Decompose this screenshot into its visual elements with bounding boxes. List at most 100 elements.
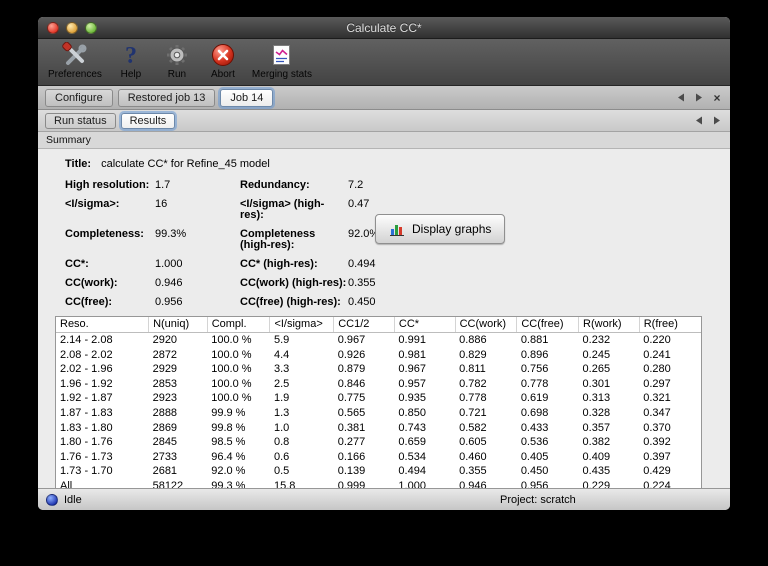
tab-configure[interactable]: Configure: [45, 88, 113, 107]
app-window: Calculate CC* Preferences ? Help Run Abo…: [38, 17, 730, 510]
summary-panel: Title: calculate CC* for Refine_45 model …: [65, 158, 716, 308]
column-header[interactable]: CC(free): [516, 317, 580, 333]
table-cell: 1.73 - 1.70: [60, 465, 113, 478]
desktop: Calculate CC* Preferences ? Help Run Abo…: [0, 0, 768, 566]
table-cell: 0.405: [520, 450, 549, 463]
subtab-controls: [693, 115, 723, 127]
table-cell: 1.87 - 1.83: [60, 406, 113, 419]
table-row[interactable]: 1.92 - 1.87 2923 100.0 % 1.9 0.775 0.935 0.778…: [56, 391, 701, 406]
table-row[interactable]: 2.14 - 2.08 2920 100.0 % 5.9 0.967 0.991 0.886…: [56, 333, 701, 348]
table-cell: 2.02 - 1.96: [60, 363, 113, 376]
bar-chart-icon: [389, 221, 405, 237]
table-cell: 0.245: [582, 348, 611, 361]
table-row[interactable]: 1.73 - 1.70 2681 92.0 % 0.5 0.139 0.494 0.355 0…: [56, 464, 701, 479]
table-cell: 0.297: [643, 377, 671, 390]
column-header[interactable]: <I/sigma>: [269, 317, 335, 333]
table-cell: 0.328: [582, 406, 611, 419]
table-cell: 0.280: [643, 363, 671, 376]
table-cell: 0.433: [520, 421, 549, 434]
column-header[interactable]: Compl.: [207, 317, 271, 333]
table-cell: 1.9: [273, 392, 290, 405]
table-row[interactable]: All 58122 99.3 % 15.8 0.999 1.000 0.946 0.956 0.…: [56, 479, 701, 488]
preferences-button[interactable]: Preferences: [48, 41, 102, 81]
prev-tab-button[interactable]: [675, 92, 687, 104]
table-cell: 1.3: [273, 406, 290, 419]
table-cell: 0.392: [643, 436, 671, 449]
run-button[interactable]: Run: [160, 41, 194, 81]
column-header[interactable]: Reso.: [56, 317, 150, 333]
table-cell: 0.605: [459, 436, 487, 449]
column-header[interactable]: R(work): [578, 317, 640, 333]
merging-stats-button[interactable]: Merging stats: [252, 41, 312, 81]
help-icon: ?: [120, 41, 142, 69]
table-cell: 0.313: [582, 392, 611, 405]
column-header[interactable]: CC(work): [455, 317, 518, 333]
table-cell: All: [60, 479, 73, 488]
summary-value: 0.946: [155, 277, 183, 289]
toolbar-item-label: Abort: [210, 69, 235, 80]
toolbar-item-label: Merging stats: [251, 69, 312, 80]
close-tab-button[interactable]: ×: [711, 92, 723, 104]
table-cell: 0.991: [398, 334, 426, 346]
help-button[interactable]: ? Help: [114, 41, 148, 81]
table-cell: 58122: [152, 479, 184, 488]
table-cell: 0.139: [337, 465, 366, 478]
titlebar[interactable]: Calculate CC*: [38, 17, 730, 39]
table-row[interactable]: 1.87 - 1.83 2888 99.9 % 1.3 0.565 0.850 0.721 0…: [56, 406, 701, 421]
table-cell: 1.000: [398, 479, 426, 488]
summary-value: 0.450: [348, 296, 376, 308]
next-subtab-button[interactable]: [711, 115, 723, 127]
summary-title-value: calculate CC* for Refine_45 model: [101, 158, 270, 170]
column-header[interactable]: N(uniq): [148, 317, 208, 333]
close-window-button[interactable]: [47, 22, 59, 34]
table-cell: 0.565: [337, 406, 366, 419]
abort-button[interactable]: Abort: [206, 41, 240, 81]
display-graphs-button[interactable]: Display graphs: [375, 214, 506, 244]
table-cell: 0.229: [582, 479, 611, 488]
table-cell: 1.76 - 1.73: [60, 450, 113, 463]
toolbar: Preferences ? Help Run Abort Merging sta…: [38, 39, 730, 86]
tab-restored-job-13[interactable]: Restored job 13: [117, 88, 216, 107]
minimize-window-button[interactable]: [66, 22, 78, 34]
table-cell: 0.435: [582, 465, 611, 478]
table-cell: 0.935: [398, 392, 426, 405]
summary-label: Redundancy:: [240, 179, 310, 191]
table-cell: 0.896: [520, 348, 549, 361]
column-header[interactable]: CC*: [394, 317, 456, 333]
prev-subtab-button[interactable]: [693, 115, 705, 127]
table-cell: 0.850: [398, 406, 426, 419]
table-cell: 1.0: [273, 421, 290, 434]
status-bar: Idle Project: scratch: [38, 488, 730, 510]
summary-label: CC(free) (high-res):: [240, 296, 341, 308]
table-cell: 0.778: [459, 392, 487, 405]
tab-results[interactable]: Results: [120, 112, 176, 129]
table-cell: 0.450: [520, 465, 549, 478]
table-cell: 0.321: [643, 392, 671, 405]
column-header[interactable]: R(free): [639, 317, 701, 333]
table-cell: 98.5 %: [211, 436, 246, 449]
table-cell: 0.743: [398, 421, 426, 434]
summary-label: Completeness:: [65, 228, 144, 240]
summary-label: <I/sigma>:: [65, 198, 120, 210]
toolbar-item-label: Preferences: [48, 69, 102, 80]
table-row[interactable]: 2.02 - 1.96 2929 100.0 % 3.3 0.879 0.967 0.811…: [56, 362, 701, 377]
table-cell: 0.409: [582, 450, 611, 463]
summary-label: CC* (high-res):: [240, 258, 318, 270]
table-cell: 0.224: [643, 479, 671, 488]
next-tab-button[interactable]: [693, 92, 705, 104]
tab-job-14[interactable]: Job 14: [220, 88, 274, 107]
table-row[interactable]: 1.83 - 1.80 2869 99.8 % 1.0 0.381 0.743 0.582 0…: [56, 421, 701, 436]
results-table[interactable]: Reso. N(uniq) Compl. <I/sigma> CC1/2 CC* CC(wo…: [55, 316, 702, 488]
column-header[interactable]: CC1/2: [333, 317, 395, 333]
table-cell: 0.381: [337, 421, 366, 434]
zoom-window-button[interactable]: [85, 22, 97, 34]
summary-label: High resolution:: [65, 179, 150, 191]
table-row[interactable]: 1.80 - 1.76 2845 98.5 % 0.8 0.277 0.659 0.605 0…: [56, 435, 701, 450]
table-cell: 0.534: [398, 450, 426, 463]
table-row[interactable]: 1.76 - 1.73 2733 96.4 % 0.6 0.166 0.534 0.460 0…: [56, 450, 701, 465]
table-row[interactable]: 2.08 - 2.02 2872 100.0 % 4.4 0.926 0.981 0.829…: [56, 348, 701, 363]
table-row[interactable]: 1.96 - 1.92 2853 100.0 % 2.5 0.846 0.957 0.782…: [56, 377, 701, 392]
table-cell: 96.4 %: [211, 450, 246, 463]
table-cell: 100.0 %: [211, 392, 252, 405]
tab-run-status[interactable]: Run status: [45, 112, 116, 129]
